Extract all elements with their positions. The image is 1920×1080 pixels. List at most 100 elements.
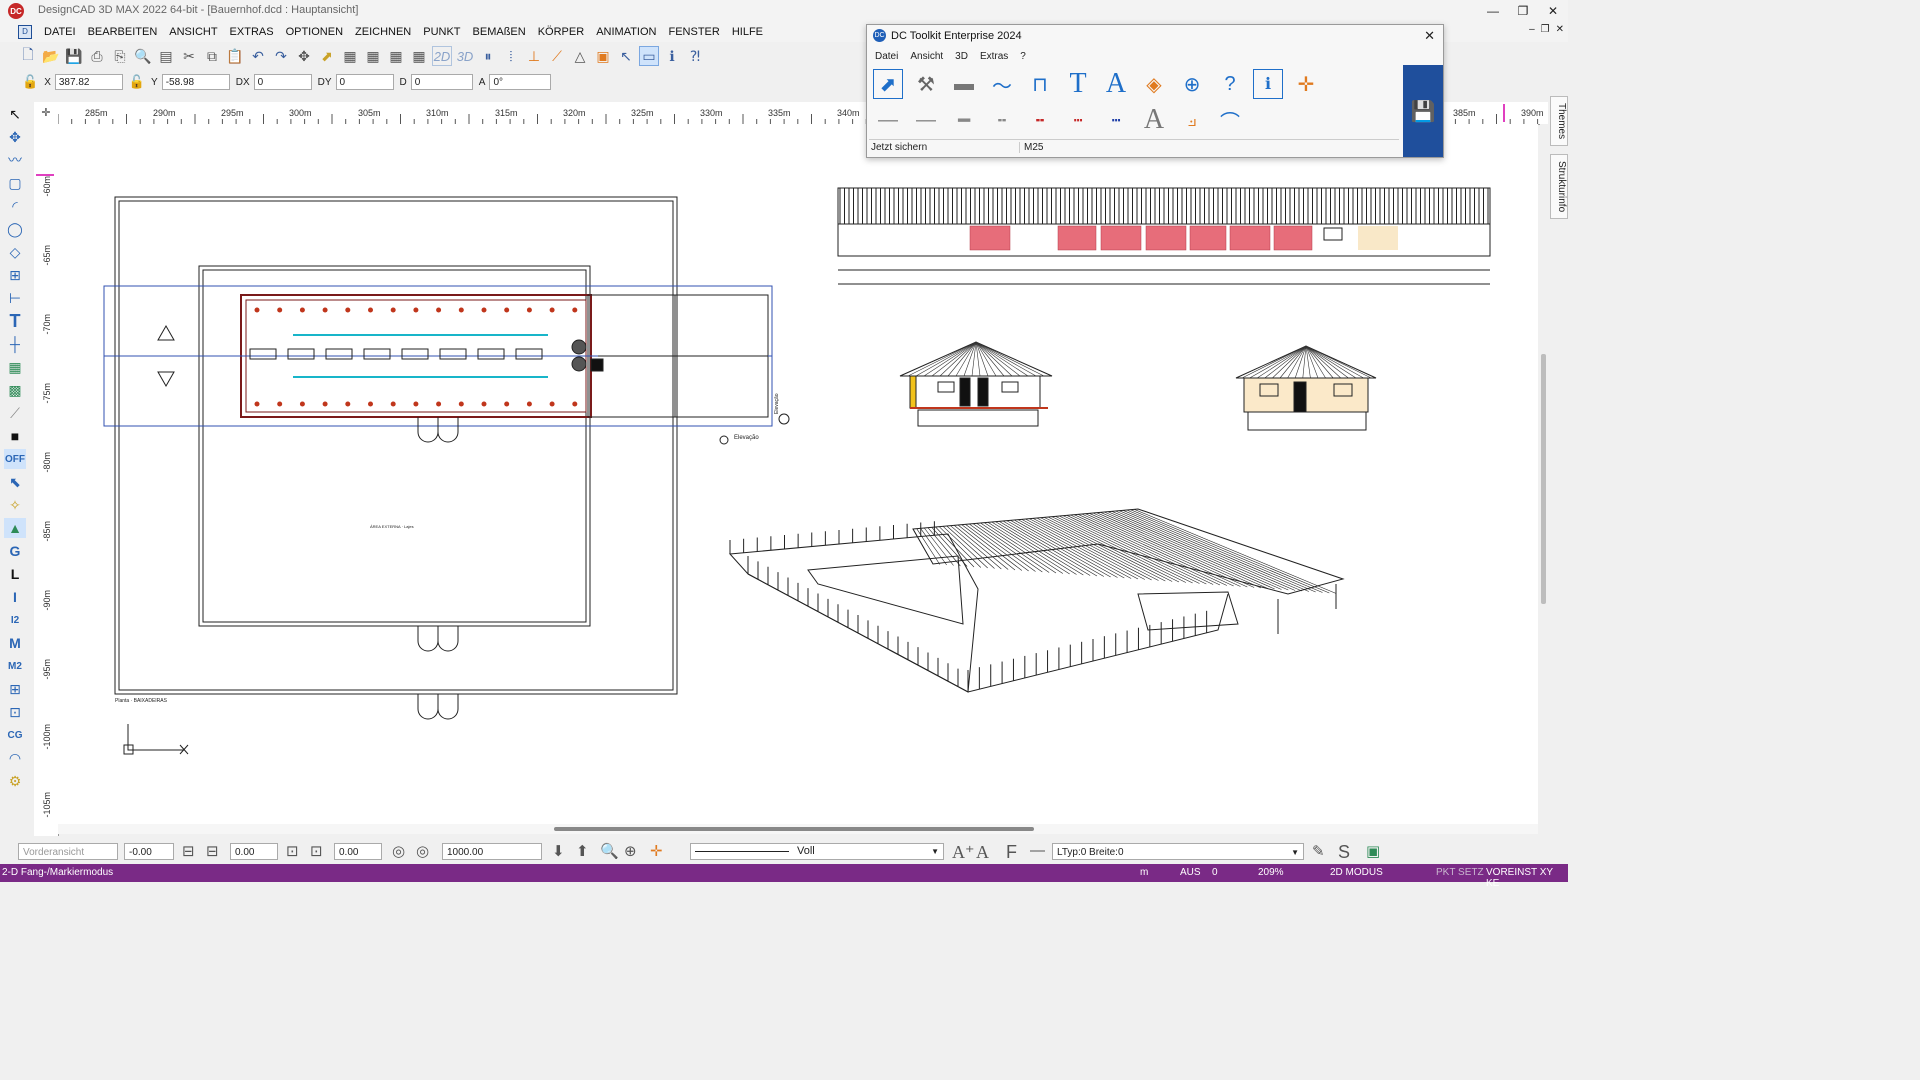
- pen-icon[interactable]: ✎: [1312, 842, 1325, 860]
- document-menu-icon[interactable]: D: [18, 25, 32, 39]
- mdi-restore-button[interactable]: ❐: [1541, 24, 1550, 35]
- properties-icon[interactable]: ▣: [1366, 842, 1380, 860]
- arc-tool-icon[interactable]: ◜: [4, 196, 26, 216]
- horizontal-scroll-thumb[interactable]: [554, 827, 1034, 831]
- text-A-icon[interactable]: A: [1101, 68, 1131, 99]
- menu-hilfe[interactable]: HILFE: [726, 26, 769, 38]
- layers-icon[interactable]: ◈: [1139, 69, 1169, 99]
- target-icon[interactable]: ⊕: [624, 842, 637, 860]
- menu-ansicht[interactable]: ANSICHT: [163, 26, 223, 38]
- pause-icon[interactable]: ⏸: [478, 46, 498, 66]
- line-style-1-icon[interactable]: ―: [873, 105, 903, 135]
- orange-point-icon[interactable]: ✛: [650, 842, 663, 860]
- info-box-icon[interactable]: ℹ: [1253, 69, 1283, 99]
- open-folder-icon[interactable]: 📂: [41, 46, 61, 66]
- layer-3-icon[interactable]: ▦: [386, 46, 406, 66]
- distance-field[interactable]: 1000.00: [442, 843, 542, 860]
- polyline-tool-icon[interactable]: 〰: [4, 150, 26, 170]
- minimize-button[interactable]: —: [1478, 0, 1508, 22]
- down-arrow-icon[interactable]: ⬇: [552, 842, 565, 860]
- magic-wand-icon[interactable]: ✧: [4, 495, 26, 515]
- text-add-icon[interactable]: A: [1139, 104, 1169, 135]
- layer-4-icon[interactable]: ▦: [409, 46, 429, 66]
- redo-icon[interactable]: ↷: [271, 46, 291, 66]
- menu-koerper[interactable]: KÖRPER: [532, 26, 590, 38]
- snap-g-button[interactable]: G: [4, 541, 26, 561]
- window-icon[interactable]: ▭: [639, 46, 659, 66]
- text-font-icon[interactable]: A: [976, 842, 989, 863]
- move-right-icon[interactable]: ⊟: [206, 842, 219, 860]
- layer-2-icon[interactable]: ▦: [363, 46, 383, 66]
- toolkit-menu-3d[interactable]: 3D: [955, 51, 968, 62]
- house-elevation-right[interactable]: [1235, 345, 1377, 431]
- move-tool-icon[interactable]: ✥: [4, 127, 26, 147]
- x-field[interactable]: 387.82: [54, 74, 123, 90]
- mdi-close-button[interactable]: ✕: [1556, 24, 1564, 35]
- snap-grid-icon[interactable]: ⊞: [4, 679, 26, 699]
- snap-box-icon[interactable]: ⊡: [4, 702, 26, 722]
- toolkit-menu-datei[interactable]: Datei: [875, 51, 898, 62]
- dash-dot-red-icon[interactable]: ┅: [1063, 105, 1093, 135]
- ruler-corner[interactable]: ✛: [34, 102, 59, 125]
- print-icon[interactable]: ⎙: [87, 46, 107, 66]
- toolkit-menu-help[interactable]: ?: [1020, 51, 1026, 62]
- polyline-icon[interactable]: 〜: [987, 69, 1017, 99]
- hammer-icon[interactable]: ⚒: [911, 69, 941, 99]
- select-pointer-icon[interactable]: ⬉: [4, 472, 26, 492]
- snap-i2-button[interactable]: I2: [4, 610, 26, 630]
- house-elevation-left[interactable]: [899, 341, 1053, 427]
- dash-red-icon[interactable]: ╍: [1025, 105, 1055, 135]
- text-tool-icon[interactable]: T: [4, 311, 26, 331]
- toolkit-menu-extras[interactable]: Extras: [980, 51, 1008, 62]
- line-type-select[interactable]: LTyp:0 Breite:0 ▼: [1052, 843, 1304, 860]
- line-style-2-icon[interactable]: ―: [911, 105, 941, 135]
- text-size-up-icon[interactable]: A⁺: [952, 842, 975, 863]
- snap-m2-button[interactable]: M2: [4, 656, 26, 676]
- dx-field[interactable]: 0: [253, 74, 312, 90]
- horizontal-scrollbar[interactable]: [58, 824, 1538, 834]
- snap-m-button[interactable]: M: [4, 633, 26, 653]
- lock-icon-2[interactable]: 🔓: [129, 74, 145, 90]
- themes-tab[interactable]: Themes: [1550, 96, 1568, 147]
- snap-off-button[interactable]: OFF: [4, 449, 26, 469]
- view-2d-button[interactable]: 2D: [432, 46, 452, 66]
- snap-point-icon[interactable]: ⊕: [1177, 69, 1207, 99]
- array-tool-icon[interactable]: ⊞: [4, 265, 26, 285]
- up-arrow-icon[interactable]: ⬆: [576, 842, 589, 860]
- triangle-tool-icon[interactable]: ▲: [4, 518, 26, 538]
- scale-icon-2[interactable]: ⊡: [310, 842, 323, 860]
- color-swatch-icon[interactable]: ■: [4, 426, 26, 446]
- offset-field-1[interactable]: -0.00: [124, 843, 174, 860]
- font-f-icon[interactable]: F: [1006, 842, 1017, 863]
- scale-icon-1[interactable]: ⊡: [286, 842, 299, 860]
- axis-icon[interactable]: ⊥: [524, 46, 544, 66]
- move-left-icon[interactable]: ⊟: [182, 842, 195, 860]
- info-icon[interactable]: ℹ: [662, 46, 682, 66]
- save-icon[interactable]: 💾: [64, 46, 84, 66]
- dash-icon[interactable]: —: [1030, 842, 1045, 859]
- cut-icon[interactable]: ✂: [179, 46, 199, 66]
- toolkit-save-icon[interactable]: 💾: [1403, 65, 1443, 157]
- copy-icon[interactable]: ⧉: [202, 46, 222, 66]
- layer-1-icon[interactable]: ▦: [340, 46, 360, 66]
- rotate-icon-1[interactable]: ◎: [392, 842, 405, 860]
- d-field[interactable]: 0: [410, 74, 473, 90]
- snap-cg-button[interactable]: CG: [4, 725, 26, 745]
- drawing-canvas[interactable]: Planta · BAIXADEIRAS ÁREA EXTERNA · Laje…: [58, 124, 1538, 824]
- print-setup-icon[interactable]: ⎘: [110, 46, 130, 66]
- toolkit-close-button[interactable]: ✕: [1424, 28, 1435, 44]
- dimension-icon[interactable]: ⊓: [1025, 69, 1055, 99]
- select-icon[interactable]: ⬈: [317, 46, 337, 66]
- vertical-scroll-thumb[interactable]: [1541, 354, 1546, 604]
- line-style-select[interactable]: Voll ▼: [690, 843, 944, 860]
- menu-fenster[interactable]: FENSTER: [662, 26, 725, 38]
- rotate-icon-2[interactable]: ◎: [416, 842, 429, 860]
- menu-zeichnen[interactable]: ZEICHNEN: [349, 26, 417, 38]
- menu-animation[interactable]: ANIMATION: [590, 26, 662, 38]
- maximize-button[interactable]: ❐: [1508, 0, 1538, 22]
- drawing-svg[interactable]: Planta · BAIXADEIRAS ÁREA EXTERNA · Laje…: [58, 124, 1538, 824]
- new-file-icon[interactable]: 🗋: [18, 46, 38, 66]
- undo-icon[interactable]: ↶: [248, 46, 268, 66]
- line-style-tool-icon[interactable]: ⟋: [4, 403, 26, 423]
- help-cursor-icon[interactable]: ⁈: [685, 46, 705, 66]
